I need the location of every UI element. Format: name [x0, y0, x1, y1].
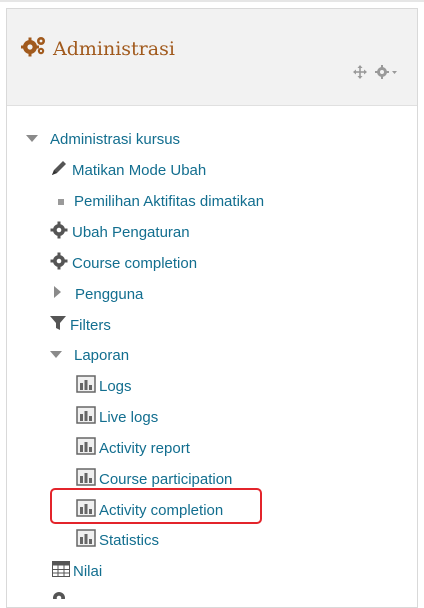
block-title: Administrasi — [21, 35, 175, 62]
tree-item-label: Logs — [99, 377, 132, 395]
grades-table-icon — [52, 560, 70, 582]
top-border — [0, 0, 424, 2]
tree-item-label: Matikan Mode Ubah — [72, 161, 207, 179]
report-icon — [76, 498, 96, 522]
gear-icon — [50, 589, 68, 599]
tree-item-activity-chooser-off[interactable]: Pemilihan Aktifitas dimatikan — [58, 188, 264, 214]
block-title-text: Administrasi — [53, 37, 175, 60]
tree-item-activity-report[interactable]: Activity report — [76, 435, 190, 461]
gear-menu-icon[interactable] — [375, 65, 399, 84]
tree-item-partial — [50, 589, 68, 599]
gear-icon — [50, 252, 68, 275]
tree-item-edit-settings[interactable]: Ubah Pengaturan — [50, 219, 190, 245]
tree-item-activity-completion[interactable]: Activity completion — [76, 497, 223, 523]
tree-item-grades[interactable]: Nilai — [52, 558, 102, 584]
tree-item-label: Course completion — [72, 254, 198, 272]
tree-item-label: Ubah Pengaturan — [72, 223, 190, 241]
move-icon[interactable] — [353, 65, 367, 84]
gear-icon — [50, 221, 68, 244]
filter-icon — [50, 315, 66, 336]
tree-item-label: Laporan — [74, 346, 130, 364]
report-icon — [76, 436, 96, 460]
tree-item-label: Statistics — [99, 531, 160, 549]
caret-down-icon — [26, 130, 38, 148]
bullet-icon — [58, 192, 64, 210]
pencil-icon — [50, 159, 68, 182]
report-icon — [76, 405, 96, 429]
tree-item-users[interactable]: Pengguna — [54, 281, 143, 307]
tree-item-label: Course participation — [99, 470, 233, 488]
tree-item-statistics[interactable]: Statistics — [76, 527, 159, 553]
tree-item-label: Activity completion — [99, 501, 224, 519]
tree-item-logs[interactable]: Logs — [76, 373, 132, 399]
tree-item-course-admin[interactable]: Administrasi kursus — [26, 126, 180, 152]
tree-item-reports[interactable]: Laporan — [50, 342, 129, 368]
block-actions — [353, 65, 399, 84]
tree-item-filters[interactable]: Filters — [50, 312, 111, 338]
tree-item-label: Pemilihan Aktifitas dimatikan — [74, 192, 265, 210]
report-icon — [76, 528, 96, 552]
report-icon — [76, 374, 96, 398]
tree-item-label: Pengguna — [75, 285, 144, 303]
tree-item-course-completion[interactable]: Course completion — [50, 250, 197, 276]
caret-down-icon — [50, 346, 62, 364]
tree-item-turn-editing-off[interactable]: Matikan Mode Ubah — [50, 157, 206, 183]
tree-item-label: Live logs — [99, 408, 159, 426]
tree-item-label: Nilai — [73, 562, 103, 580]
block-header: Administrasi — [7, 9, 417, 106]
caret-right-icon — [54, 285, 61, 303]
tree-item-label: Administrasi kursus — [50, 130, 181, 148]
gears-icon — [21, 35, 47, 62]
tree-item-label: Activity report — [99, 439, 190, 457]
tree-item-live-logs[interactable]: Live logs — [76, 404, 158, 430]
tree-item-label: Filters — [70, 316, 111, 334]
